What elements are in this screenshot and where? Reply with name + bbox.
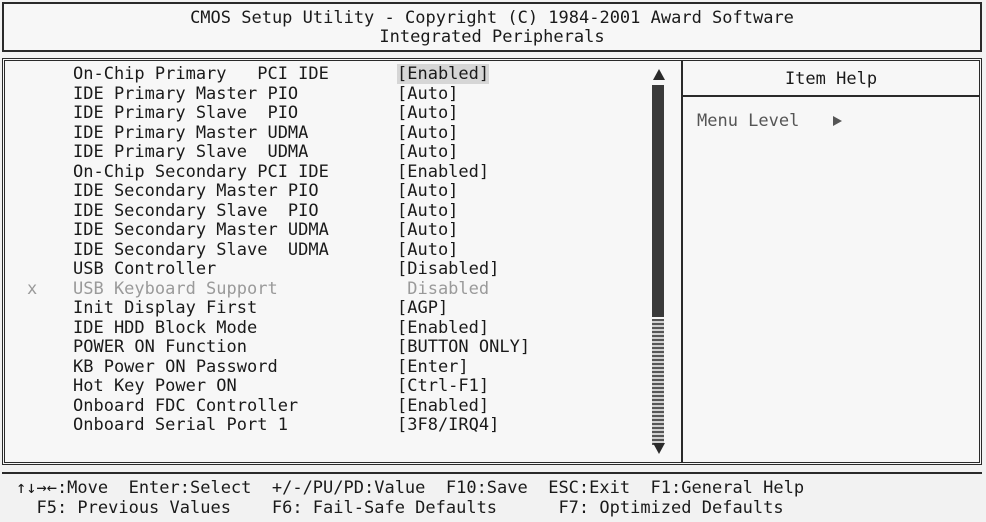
setting-value-text: Disabled [397, 278, 490, 299]
setting-value-text: [3F8/IRQ4] [397, 415, 500, 435]
setting-value-text: [BUTTON ONLY] [397, 337, 531, 357]
setting-value[interactable]: [Auto] [397, 103, 459, 124]
setting-label: IDE Secondary Master UDMA [73, 220, 329, 240]
panel-divider [681, 61, 683, 462]
setting-value-text: [Enabled] [397, 317, 490, 338]
setting-label: IDE Primary Slave UDMA [73, 142, 309, 162]
setting-value[interactable]: [Enabled] [397, 64, 490, 85]
key-help-line-2: F5: Previous Values F6: Fail-Safe Defaul… [16, 498, 784, 518]
setting-value-text: [Auto] [397, 239, 459, 260]
header-bar: CMOS Setup Utility - Copyright (C) 1984-… [2, 2, 982, 52]
item-help-title: Item Help [683, 61, 979, 97]
setting-row[interactable]: KB Power ON Password [Enter] [21, 356, 621, 378]
setting-value[interactable]: [BUTTON ONLY] [397, 337, 531, 358]
setting-value[interactable]: [Enabled] [397, 395, 490, 417]
page-title: Integrated Peripherals [379, 27, 605, 47]
setting-row[interactable]: Hot Key Power ON [Ctrl-F1] [21, 376, 621, 397]
setting-label: USB Keyboard Support [73, 278, 278, 299]
setting-value[interactable]: [Enabled] [397, 317, 490, 339]
setting-value[interactable]: [Auto] [397, 220, 459, 241]
setting-value[interactable]: [Enabled] [397, 161, 490, 183]
setting-value-text: [Auto] [397, 220, 459, 240]
setting-value[interactable]: [Enter] [397, 356, 469, 378]
setting-value[interactable]: [Auto] [397, 122, 459, 144]
setting-row[interactable]: IDE Secondary Slave UDMA [Auto] [21, 239, 621, 261]
setting-label: IDE Secondary Slave PIO [73, 200, 319, 221]
setting-value-text: [Auto] [397, 142, 459, 162]
setting-label: POWER ON Function [73, 337, 247, 357]
setting-row[interactable]: On-Chip Primary PCI IDE [Enabled] [21, 64, 621, 85]
setting-value-text: [Enter] [397, 356, 469, 377]
setting-value-text: [Auto] [397, 122, 459, 143]
setting-row[interactable]: USB Controller [Disabled] [21, 259, 621, 280]
setting-label: Init Display First [73, 298, 258, 318]
setting-value[interactable]: [Auto] [397, 83, 459, 105]
setting-value[interactable]: [AGP] [397, 298, 449, 319]
setting-value[interactable]: [Auto] [397, 200, 459, 222]
setting-label: Hot Key Power ON [73, 376, 237, 396]
setting-value: Disabled [397, 278, 490, 300]
settings-list: On-Chip Primary PCI IDE [Enabled] IDE Prim… [21, 64, 621, 436]
setting-label: IDE Primary Master PIO [73, 83, 299, 104]
setting-label: Onboard FDC Controller [73, 395, 299, 416]
setting-row[interactable]: Onboard FDC Controller [Enabled] [21, 395, 621, 417]
setting-label: IDE Primary Slave PIO [73, 103, 299, 123]
setting-label: IDE Secondary Master PIO [73, 181, 319, 201]
setting-row[interactable]: IDE Primary Slave PIO [Auto] [21, 103, 621, 124]
setting-row[interactable]: POWER ON Function [BUTTON ONLY] [21, 337, 621, 358]
disabled-mark: x [27, 278, 38, 299]
setting-label: Onboard Serial Port 1 [73, 415, 288, 435]
key-help-line-1: ↑↓→←:Move Enter:Select +/-/PU/PD:Value F… [16, 478, 805, 498]
setting-label: IDE Primary Master UDMA [73, 122, 309, 143]
setting-value-text: [Auto] [397, 200, 459, 221]
scrollbar-thumb[interactable] [652, 85, 664, 317]
setting-value[interactable]: [Auto] [397, 142, 459, 163]
setting-value[interactable]: [Auto] [397, 181, 459, 202]
setting-value[interactable]: [Disabled] [397, 259, 500, 280]
scrollbar[interactable] [649, 65, 667, 457]
setting-row[interactable]: IDE Primary Master UDMA [Auto] [21, 122, 621, 144]
settings-panel: On-Chip Primary PCI IDE [Enabled] IDE Prim… [2, 58, 982, 465]
menu-level-label: Menu Level [697, 111, 800, 131]
setting-value-text: [Auto] [397, 103, 459, 123]
setting-row: x USB Keyboard Support Disabled [21, 278, 621, 300]
setting-value[interactable]: [3F8/IRQ4] [397, 415, 500, 436]
setting-row[interactable]: IDE Primary Master PIO [Auto] [21, 83, 621, 105]
scroll-up-arrow-icon[interactable] [653, 69, 665, 80]
setting-value-text: [Ctrl-F1] [397, 376, 490, 396]
setting-value-text: [Enabled] [397, 395, 490, 416]
setting-label: On-Chip Secondary PCI IDE [73, 161, 329, 182]
setting-label: IDE HDD Block Mode [73, 317, 258, 338]
setting-value-text: [Disabled] [397, 259, 500, 279]
setting-row[interactable]: IDE HDD Block Mode [Enabled] [21, 317, 621, 339]
setting-value[interactable]: [Auto] [397, 239, 459, 261]
setting-row[interactable]: IDE Primary Slave UDMA [Auto] [21, 142, 621, 163]
setting-label: On-Chip Primary PCI IDE [73, 64, 329, 84]
key-help-footer: ↑↓→←:Move Enter:Select +/-/PU/PD:Value F… [2, 472, 982, 520]
setting-value-text: [Auto] [397, 181, 459, 201]
setting-row[interactable]: IDE Secondary Slave PIO [Auto] [21, 200, 621, 222]
setting-label: KB Power ON Password [73, 356, 278, 377]
setting-row[interactable]: On-Chip Secondary PCI IDE [Enabled] [21, 161, 621, 183]
setting-value-text: [AGP] [397, 298, 449, 318]
setting-row[interactable]: IDE Secondary Master UDMA [Auto] [21, 220, 621, 241]
setting-label: IDE Secondary Slave UDMA [73, 239, 329, 260]
scroll-down-arrow-icon[interactable] [653, 443, 665, 454]
setting-row[interactable]: IDE Secondary Master PIO [Auto] [21, 181, 621, 202]
setting-value-text: [Enabled] [397, 161, 490, 182]
setting-row[interactable]: Onboard Serial Port 1 [3F8/IRQ4] [21, 415, 621, 436]
bios-screen: CMOS Setup Utility - Copyright (C) 1984-… [0, 0, 986, 522]
scrollbar-track[interactable] [652, 319, 664, 445]
setting-label: USB Controller [73, 259, 217, 279]
menu-level-arrow-icon [833, 116, 842, 126]
setting-value-text: [Auto] [397, 83, 459, 104]
utility-title: CMOS Setup Utility - Copyright (C) 1984-… [190, 8, 794, 28]
setting-value-text: [Enabled] [397, 64, 490, 84]
setting-value[interactable]: [Ctrl-F1] [397, 376, 490, 397]
setting-row[interactable]: Init Display First [AGP] [21, 298, 621, 319]
